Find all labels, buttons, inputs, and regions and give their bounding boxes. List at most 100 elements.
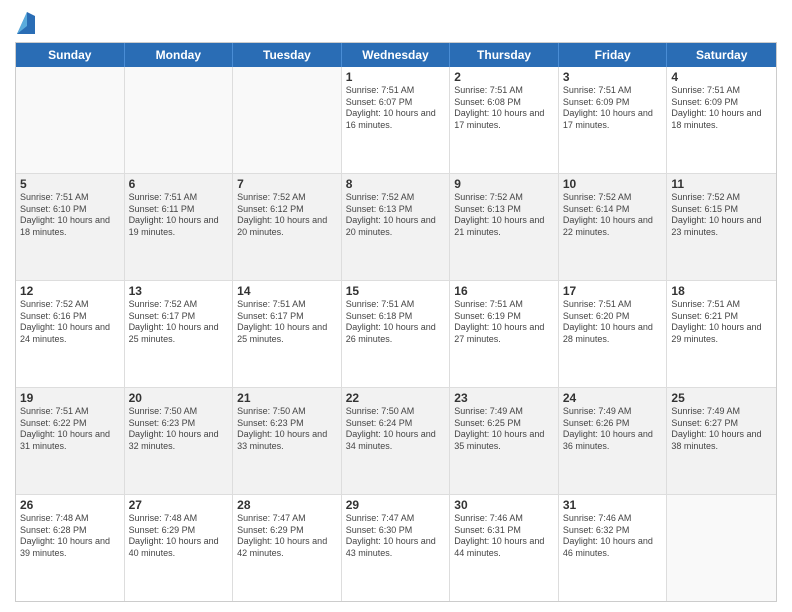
day-number: 2 [454, 70, 554, 84]
day-info: Sunrise: 7:47 AM Sunset: 6:29 PM Dayligh… [237, 513, 337, 560]
day-info: Sunrise: 7:49 AM Sunset: 6:26 PM Dayligh… [563, 406, 663, 453]
day-cell-19: 19Sunrise: 7:51 AM Sunset: 6:22 PM Dayli… [16, 388, 125, 494]
day-info: Sunrise: 7:48 AM Sunset: 6:29 PM Dayligh… [129, 513, 229, 560]
day-number: 29 [346, 498, 446, 512]
day-number: 14 [237, 284, 337, 298]
day-cell-20: 20Sunrise: 7:50 AM Sunset: 6:23 PM Dayli… [125, 388, 234, 494]
day-info: Sunrise: 7:51 AM Sunset: 6:18 PM Dayligh… [346, 299, 446, 346]
day-number: 7 [237, 177, 337, 191]
day-number: 27 [129, 498, 229, 512]
weekday-header-saturday: Saturday [667, 43, 776, 67]
day-number: 19 [20, 391, 120, 405]
day-info: Sunrise: 7:51 AM Sunset: 6:22 PM Dayligh… [20, 406, 120, 453]
day-cell-15: 15Sunrise: 7:51 AM Sunset: 6:18 PM Dayli… [342, 281, 451, 387]
calendar-row-3: 19Sunrise: 7:51 AM Sunset: 6:22 PM Dayli… [16, 388, 776, 495]
day-cell-24: 24Sunrise: 7:49 AM Sunset: 6:26 PM Dayli… [559, 388, 668, 494]
header [15, 10, 777, 34]
day-cell-14: 14Sunrise: 7:51 AM Sunset: 6:17 PM Dayli… [233, 281, 342, 387]
day-cell-29: 29Sunrise: 7:47 AM Sunset: 6:30 PM Dayli… [342, 495, 451, 601]
day-info: Sunrise: 7:50 AM Sunset: 6:24 PM Dayligh… [346, 406, 446, 453]
day-info: Sunrise: 7:51 AM Sunset: 6:17 PM Dayligh… [237, 299, 337, 346]
day-info: Sunrise: 7:51 AM Sunset: 6:08 PM Dayligh… [454, 85, 554, 132]
day-cell-8: 8Sunrise: 7:52 AM Sunset: 6:13 PM Daylig… [342, 174, 451, 280]
empty-cell-0-0 [16, 67, 125, 173]
day-info: Sunrise: 7:52 AM Sunset: 6:13 PM Dayligh… [346, 192, 446, 239]
day-cell-26: 26Sunrise: 7:48 AM Sunset: 6:28 PM Dayli… [16, 495, 125, 601]
day-cell-12: 12Sunrise: 7:52 AM Sunset: 6:16 PM Dayli… [16, 281, 125, 387]
calendar-row-4: 26Sunrise: 7:48 AM Sunset: 6:28 PM Dayli… [16, 495, 776, 601]
day-info: Sunrise: 7:52 AM Sunset: 6:12 PM Dayligh… [237, 192, 337, 239]
day-cell-2: 2Sunrise: 7:51 AM Sunset: 6:08 PM Daylig… [450, 67, 559, 173]
day-number: 31 [563, 498, 663, 512]
day-number: 11 [671, 177, 772, 191]
day-cell-13: 13Sunrise: 7:52 AM Sunset: 6:17 PM Dayli… [125, 281, 234, 387]
day-cell-16: 16Sunrise: 7:51 AM Sunset: 6:19 PM Dayli… [450, 281, 559, 387]
day-info: Sunrise: 7:51 AM Sunset: 6:09 PM Dayligh… [563, 85, 663, 132]
day-number: 4 [671, 70, 772, 84]
logo [15, 14, 35, 34]
day-number: 26 [20, 498, 120, 512]
day-number: 9 [454, 177, 554, 191]
day-info: Sunrise: 7:51 AM Sunset: 6:11 PM Dayligh… [129, 192, 229, 239]
logo-icon [17, 12, 35, 34]
day-cell-25: 25Sunrise: 7:49 AM Sunset: 6:27 PM Dayli… [667, 388, 776, 494]
day-number: 17 [563, 284, 663, 298]
calendar-row-1: 5Sunrise: 7:51 AM Sunset: 6:10 PM Daylig… [16, 174, 776, 281]
day-cell-4: 4Sunrise: 7:51 AM Sunset: 6:09 PM Daylig… [667, 67, 776, 173]
empty-cell-0-2 [233, 67, 342, 173]
day-cell-21: 21Sunrise: 7:50 AM Sunset: 6:23 PM Dayli… [233, 388, 342, 494]
day-cell-27: 27Sunrise: 7:48 AM Sunset: 6:29 PM Dayli… [125, 495, 234, 601]
day-info: Sunrise: 7:49 AM Sunset: 6:25 PM Dayligh… [454, 406, 554, 453]
day-number: 22 [346, 391, 446, 405]
day-info: Sunrise: 7:51 AM Sunset: 6:10 PM Dayligh… [20, 192, 120, 239]
empty-cell-4-6 [667, 495, 776, 601]
day-info: Sunrise: 7:51 AM Sunset: 6:20 PM Dayligh… [563, 299, 663, 346]
day-info: Sunrise: 7:48 AM Sunset: 6:28 PM Dayligh… [20, 513, 120, 560]
day-info: Sunrise: 7:52 AM Sunset: 6:14 PM Dayligh… [563, 192, 663, 239]
day-info: Sunrise: 7:51 AM Sunset: 6:09 PM Dayligh… [671, 85, 772, 132]
day-info: Sunrise: 7:52 AM Sunset: 6:13 PM Dayligh… [454, 192, 554, 239]
weekday-header-thursday: Thursday [450, 43, 559, 67]
day-number: 10 [563, 177, 663, 191]
day-number: 3 [563, 70, 663, 84]
empty-cell-0-1 [125, 67, 234, 173]
day-cell-17: 17Sunrise: 7:51 AM Sunset: 6:20 PM Dayli… [559, 281, 668, 387]
day-info: Sunrise: 7:52 AM Sunset: 6:17 PM Dayligh… [129, 299, 229, 346]
day-number: 23 [454, 391, 554, 405]
day-cell-23: 23Sunrise: 7:49 AM Sunset: 6:25 PM Dayli… [450, 388, 559, 494]
day-number: 30 [454, 498, 554, 512]
calendar-row-0: 1Sunrise: 7:51 AM Sunset: 6:07 PM Daylig… [16, 67, 776, 174]
day-number: 8 [346, 177, 446, 191]
calendar-header: SundayMondayTuesdayWednesdayThursdayFrid… [16, 43, 776, 67]
day-number: 18 [671, 284, 772, 298]
day-number: 28 [237, 498, 337, 512]
weekday-header-monday: Monday [125, 43, 234, 67]
day-info: Sunrise: 7:50 AM Sunset: 6:23 PM Dayligh… [237, 406, 337, 453]
calendar-body: 1Sunrise: 7:51 AM Sunset: 6:07 PM Daylig… [16, 67, 776, 601]
day-info: Sunrise: 7:46 AM Sunset: 6:32 PM Dayligh… [563, 513, 663, 560]
day-number: 25 [671, 391, 772, 405]
day-number: 24 [563, 391, 663, 405]
day-number: 1 [346, 70, 446, 84]
day-info: Sunrise: 7:52 AM Sunset: 6:15 PM Dayligh… [671, 192, 772, 239]
day-info: Sunrise: 7:51 AM Sunset: 6:21 PM Dayligh… [671, 299, 772, 346]
day-number: 20 [129, 391, 229, 405]
day-cell-1: 1Sunrise: 7:51 AM Sunset: 6:07 PM Daylig… [342, 67, 451, 173]
day-info: Sunrise: 7:51 AM Sunset: 6:19 PM Dayligh… [454, 299, 554, 346]
day-number: 6 [129, 177, 229, 191]
day-cell-18: 18Sunrise: 7:51 AM Sunset: 6:21 PM Dayli… [667, 281, 776, 387]
day-cell-22: 22Sunrise: 7:50 AM Sunset: 6:24 PM Dayli… [342, 388, 451, 494]
day-number: 16 [454, 284, 554, 298]
day-info: Sunrise: 7:50 AM Sunset: 6:23 PM Dayligh… [129, 406, 229, 453]
day-cell-6: 6Sunrise: 7:51 AM Sunset: 6:11 PM Daylig… [125, 174, 234, 280]
day-number: 15 [346, 284, 446, 298]
day-cell-10: 10Sunrise: 7:52 AM Sunset: 6:14 PM Dayli… [559, 174, 668, 280]
weekday-header-tuesday: Tuesday [233, 43, 342, 67]
day-info: Sunrise: 7:46 AM Sunset: 6:31 PM Dayligh… [454, 513, 554, 560]
day-cell-9: 9Sunrise: 7:52 AM Sunset: 6:13 PM Daylig… [450, 174, 559, 280]
day-cell-11: 11Sunrise: 7:52 AM Sunset: 6:15 PM Dayli… [667, 174, 776, 280]
day-cell-5: 5Sunrise: 7:51 AM Sunset: 6:10 PM Daylig… [16, 174, 125, 280]
day-cell-3: 3Sunrise: 7:51 AM Sunset: 6:09 PM Daylig… [559, 67, 668, 173]
day-info: Sunrise: 7:52 AM Sunset: 6:16 PM Dayligh… [20, 299, 120, 346]
weekday-header-sunday: Sunday [16, 43, 125, 67]
